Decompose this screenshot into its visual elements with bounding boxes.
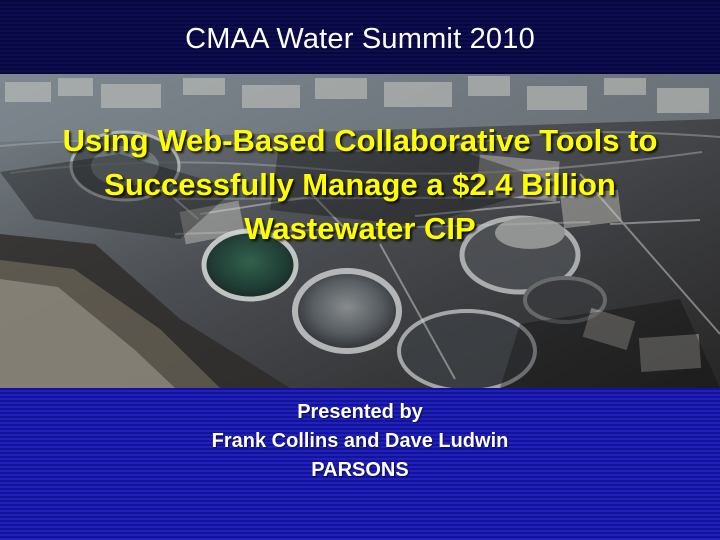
presenter-credit: Presented by Frank Collins and Dave Ludw…: [0, 398, 720, 485]
presented-by-label: Presented by: [297, 401, 423, 423]
presentation-title: Using Web-Based Collaborative Tools to S…: [8, 119, 712, 251]
header-band: CMAA Water Summit 2010: [0, 0, 720, 74]
title-line-3: Wastewater CIP: [244, 211, 476, 246]
conference-title: CMAA Water Summit 2010: [185, 23, 535, 55]
title-line-2: Successfully Manage a $2.4 Billion: [104, 167, 616, 202]
presenter-names: Frank Collins and Dave Ludwin: [211, 430, 509, 452]
company-name: PARSONS: [311, 459, 409, 481]
title-line-1: Using Web-Based Collaborative Tools to: [62, 123, 658, 158]
presentation-slide: CMAA Water Summit 2010 Using Web-Based C…: [0, 0, 720, 540]
